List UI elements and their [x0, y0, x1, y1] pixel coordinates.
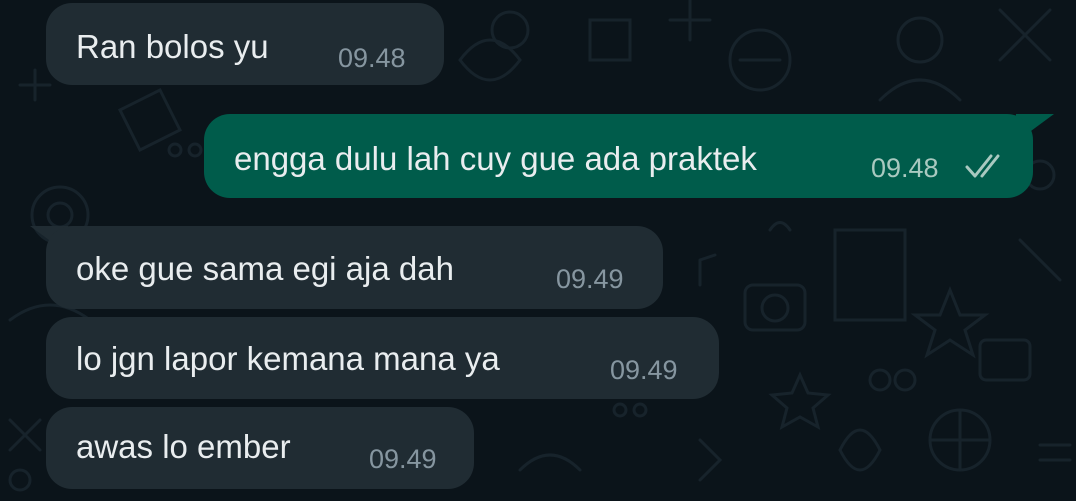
message-text: lo jgn lapor kemana mana ya	[76, 340, 500, 377]
message-bubble-outgoing[interactable]: engga dulu lah cuy gue ada praktek 09.48	[204, 114, 1033, 198]
double-check-icon	[965, 154, 1000, 178]
message-text: awas lo ember	[76, 428, 291, 465]
message-timestamp: 09.49	[369, 444, 437, 474]
message-bubble-incoming[interactable]: Ran bolos yu 09.48	[46, 3, 444, 85]
message-text: Ran bolos yu	[76, 28, 269, 65]
message-timestamp: 09.48	[338, 43, 406, 73]
message-bubble-incoming[interactable]: awas lo ember 09.49	[46, 407, 474, 489]
message-bubble-incoming[interactable]: lo jgn lapor kemana mana ya 09.49	[46, 317, 719, 399]
message-timestamp: 09.49	[556, 264, 624, 294]
message-timestamp: 09.48	[871, 153, 939, 183]
message-text: oke gue sama egi aja dah	[76, 250, 454, 287]
message-timestamp: 09.49	[610, 355, 678, 385]
message-text: engga dulu lah cuy gue ada praktek	[234, 140, 757, 177]
message-bubble-incoming[interactable]: oke gue sama egi aja dah 09.49	[46, 226, 663, 309]
